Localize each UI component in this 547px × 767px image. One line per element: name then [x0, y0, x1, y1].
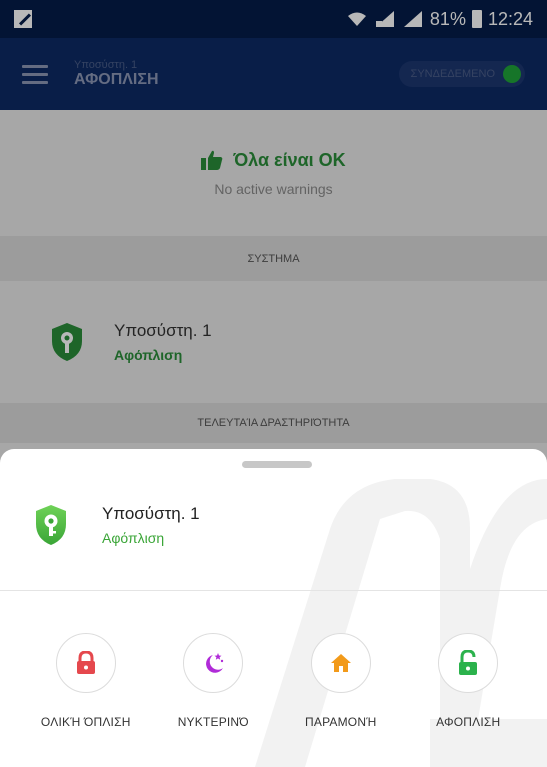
battery-percent: 81%: [429, 8, 466, 29]
status-bar: 81% 12:24: [0, 0, 547, 38]
signal-2-icon: [403, 11, 422, 27]
connection-status-dot: [503, 65, 521, 83]
wifi-icon: [347, 12, 366, 26]
menu-icon[interactable]: [22, 64, 48, 84]
connection-badge: ΣΥΝΔΕΔΕΜΕΝΟ: [398, 61, 525, 87]
disarm-button[interactable]: ΑΦΟΠΛΙΣΗ: [405, 633, 533, 729]
arming-bottom-sheet: Υποσύστη. 1 Αφόπλιση ΟΛΙΚΉ ΌΠΛΙΣΗ ΝΥΚΤΕΡ…: [0, 449, 547, 767]
status-subtext: No active warnings: [214, 180, 333, 197]
partition-name: Υποσύστη. 1: [114, 321, 212, 340]
shield-key-icon: [36, 505, 66, 545]
full-arm-button[interactable]: ΟΛΙΚΉ ΌΠΛΙΣΗ: [22, 633, 150, 729]
arming-actions: ΟΛΙΚΉ ΌΠΛΙΣΗ ΝΥΚΤΕΡΙΝΌ ΠΑΡΑΜΟΝΉ ΑΦΟΠΛΙΣΗ: [22, 633, 532, 729]
sheet-partition: Υποσύστη. 1 Αφόπλιση: [34, 504, 200, 546]
status-right: 81% 12:24: [346, 9, 533, 30]
thumbs-up-icon: [201, 150, 223, 170]
partition-subtitle: Υποσύστη. 1: [74, 59, 138, 71]
app-bar-titles: Υποσύστη. 1 ΑΦΟΠΛΙΣΗ: [74, 59, 159, 89]
divider: [0, 590, 547, 591]
shield-key-icon: [52, 323, 82, 361]
partition-row[interactable]: Υποσύστη. 1 Αφόπλιση: [0, 281, 547, 403]
section-header-activity: ΤΕΛΕΥΤΑΊΑ ΔΡΑΣΤΗΡΙΌΤΗΤΑ: [0, 403, 547, 443]
page-title: ΑΦΟΠΛΙΣΗ: [74, 71, 159, 88]
moon-stars-icon: [206, 653, 224, 673]
status-headline-row: Όλα είναι ΟΚ: [201, 149, 346, 171]
connection-label: ΣΥΝΔΕΔΕΜΕΝΟ: [410, 68, 495, 80]
stay-arm-button[interactable]: ΠΑΡΑΜΟΝΉ: [277, 633, 405, 729]
sheet-partition-state: Αφόπλιση: [102, 530, 165, 546]
stay-arm-label: ΠΑΡΑΜΟΝΉ: [305, 715, 377, 729]
partition-state: Αφόπλιση: [114, 347, 183, 363]
home-icon: [330, 654, 351, 672]
full-arm-label: ΟΛΙΚΉ ΌΠΛΙΣΗ: [40, 715, 131, 729]
sheet-partition-name: Υποσύστη. 1: [102, 504, 200, 523]
night-arm-label: ΝΥΚΤΕΡΙΝΌ: [177, 715, 249, 729]
section-header-system: ΣΥΣΤΗΜΑ: [0, 236, 547, 281]
lock-icon: [76, 651, 95, 674]
drag-handle[interactable]: [242, 461, 312, 468]
unlock-icon: [459, 650, 478, 675]
battery-icon: [471, 10, 482, 28]
notification-icon: [14, 10, 32, 28]
clock: 12:24: [487, 8, 533, 29]
disarm-label: ΑΦΟΠΛΙΣΗ: [436, 715, 501, 729]
status-summary: Όλα είναι ΟΚ No active warnings: [0, 110, 547, 236]
night-arm-button[interactable]: ΝΥΚΤΕΡΙΝΌ: [150, 633, 278, 729]
status-headline: Όλα είναι ΟΚ: [233, 149, 346, 170]
signal-1-icon: [375, 11, 394, 27]
app-bar: Υποσύστη. 1 ΑΦΟΠΛΙΣΗ ΣΥΝΔΕΔΕΜΕΝΟ: [0, 38, 547, 110]
